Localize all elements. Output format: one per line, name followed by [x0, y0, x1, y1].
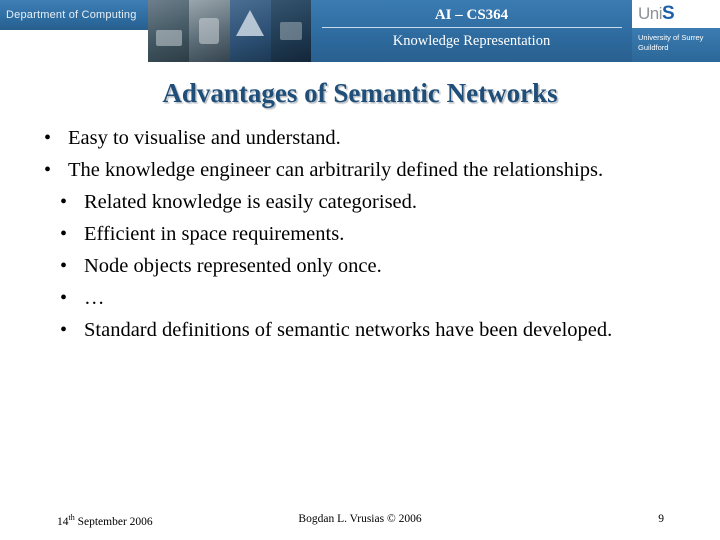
course-code: AI – CS364: [434, 7, 509, 23]
header-photo-strip: [148, 0, 311, 62]
slide-footer: 14th September 2006 Bogdan L. Vrusias © …: [0, 510, 720, 534]
title-divider: [321, 27, 622, 28]
bullet-text: Node objects represented only once.: [84, 255, 382, 277]
list-item: • Efficient in space requirements.: [44, 218, 644, 250]
header-photo-2: [189, 0, 230, 62]
bullet-list: • Easy to visualise and understand. • The k…: [44, 122, 644, 346]
bullet-marker-icon: •: [60, 319, 68, 341]
list-item: • Node objects represented only once.: [44, 250, 644, 282]
bullet-marker-icon: •: [60, 223, 68, 245]
logo-s-text: S: [662, 3, 675, 24]
logo-wordmark: Uni S: [632, 0, 720, 28]
bullet-marker-icon: •: [44, 127, 52, 149]
list-item: • The knowledge engineer can arbitrarily …: [44, 154, 644, 186]
logo-uni-text: Uni: [638, 4, 663, 23]
slide-header: Department of Computing AI – CS364 Knowl…: [0, 0, 720, 62]
bullet-text: Efficient in space requirements.: [84, 223, 345, 245]
bullet-text: The knowledge engineer can arbitrarily d…: [68, 159, 604, 181]
bullet-text: Standard definitions of semantic network…: [84, 319, 613, 341]
header-left-filler: [0, 30, 148, 62]
bullet-text: …: [84, 287, 105, 309]
bullet-marker-icon: •: [60, 255, 68, 277]
header-photo-4: [271, 0, 311, 62]
bullet-text: Easy to visualise and understand.: [68, 127, 341, 149]
course-title-block: AI – CS364 Knowledge Representation: [311, 0, 632, 62]
header-photo-1: [148, 0, 189, 62]
footer-author: Bogdan L. Vrusias © 2006: [298, 513, 422, 525]
list-item: •…: [44, 282, 644, 314]
department-banner: Department of Computing: [0, 0, 148, 30]
course-subtitle: Knowledge Representation: [392, 33, 551, 49]
university-logo: Uni S University of Surrey Guildford: [632, 0, 720, 62]
bullet-marker-icon: •: [60, 287, 68, 309]
page-title: Advantages of Semantic Networks: [162, 78, 558, 108]
bullet-marker-icon: •: [60, 191, 68, 213]
list-item: • Standard definitions of semantic networ…: [44, 314, 644, 346]
list-item: • Related knowledge is easily categorised…: [44, 186, 644, 218]
logo-caption: University of Surrey Guildford: [632, 28, 720, 62]
bullet-text: Related knowledge is easily categorised.: [84, 191, 418, 213]
bullet-marker-icon: •: [44, 159, 52, 181]
list-item: • Easy to visualise and understand.: [44, 122, 644, 154]
header-photo-3: [230, 0, 271, 62]
footer-page-number: 9: [658, 513, 664, 525]
